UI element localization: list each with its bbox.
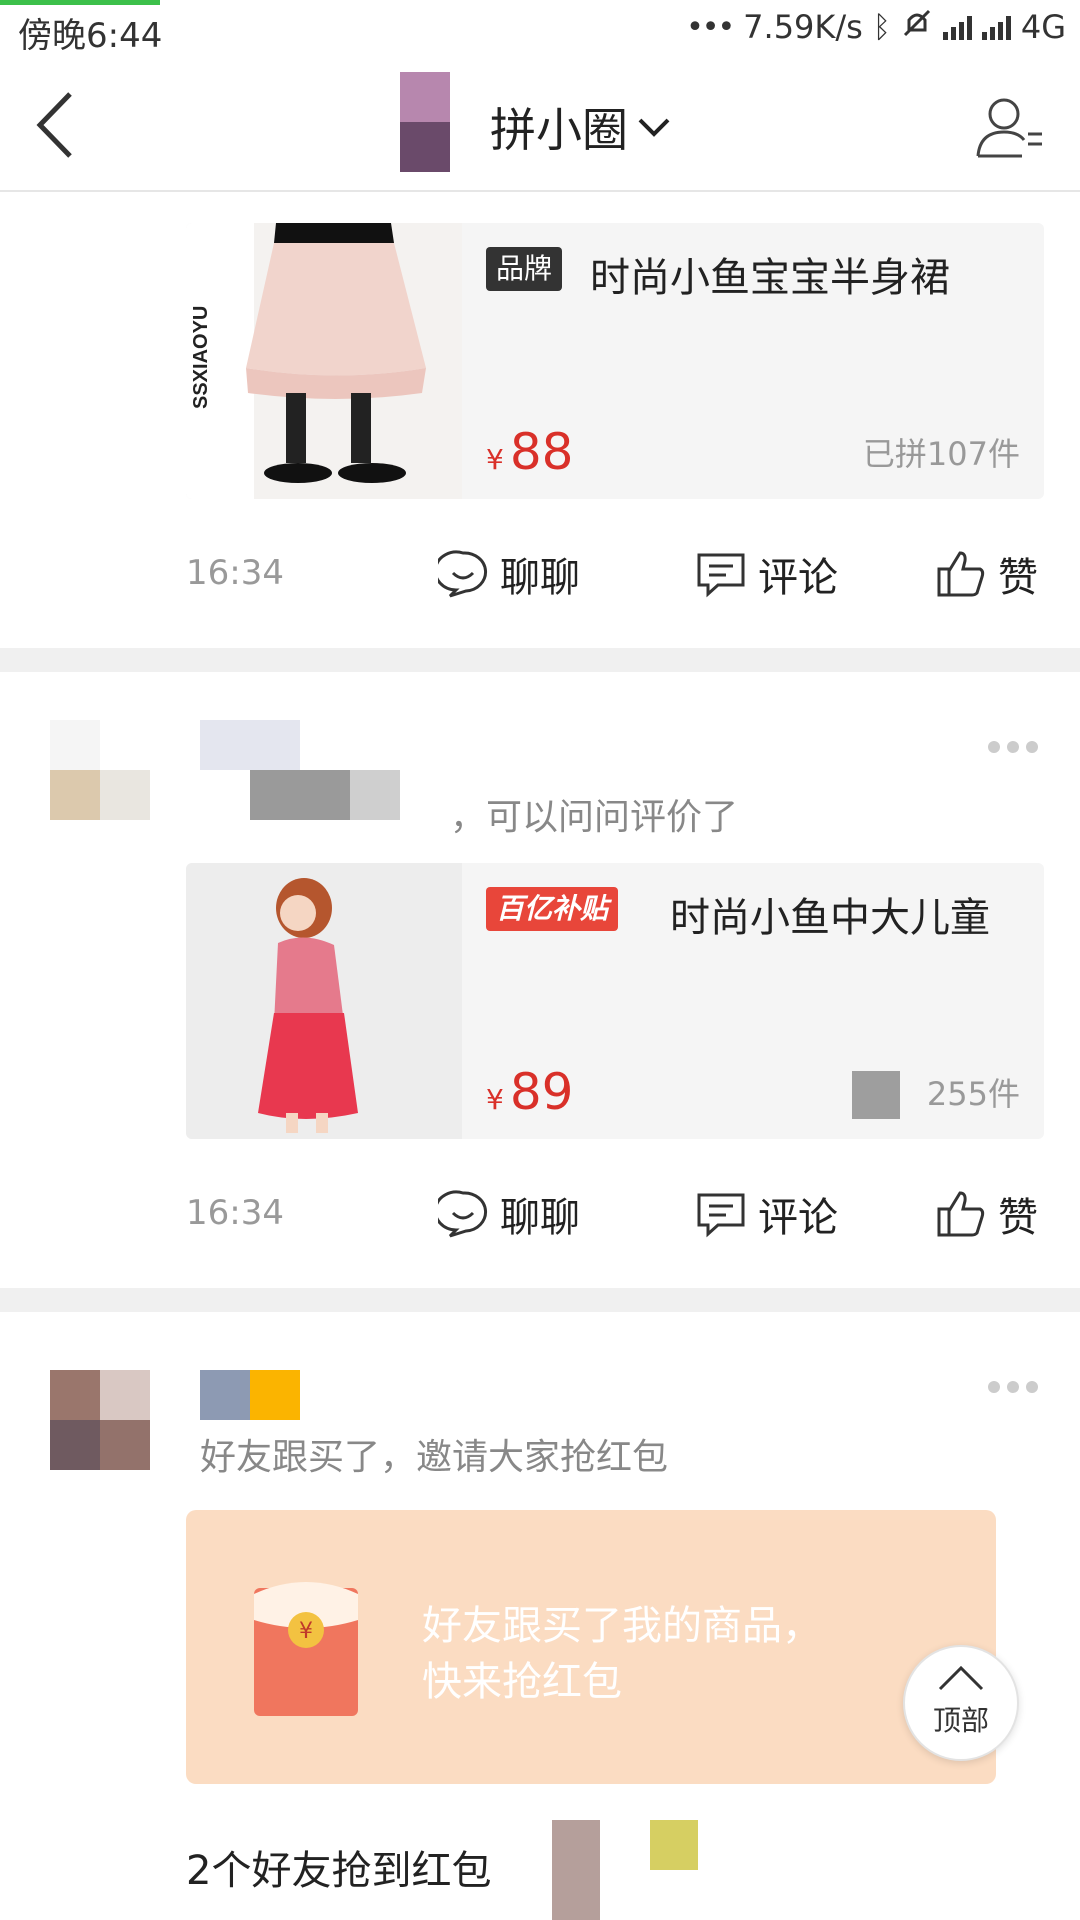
red-packet-message: 好友跟买了我的商品， 快来抢红包 (422, 1603, 822, 1705)
more-dots-icon: ••• (686, 9, 735, 45)
feed-divider (0, 648, 1080, 672)
post-actions: 16:34 聊聊 评论 赞 (0, 1175, 1080, 1255)
like-button[interactable]: 赞 (936, 1185, 1038, 1243)
user-list-icon[interactable] (974, 94, 1044, 160)
comment-button[interactable]: 评论 (696, 545, 838, 603)
thumbs-up-icon (937, 551, 985, 597)
product-title: 时尚小鱼宝宝半身裙 (590, 255, 950, 301)
thumbs-up-icon (937, 1191, 985, 1237)
signal-icon (942, 14, 972, 40)
back-to-top-label: 顶部 (932, 1704, 989, 1737)
post-text: ，可以问问评价了 (450, 797, 739, 838)
post-time: 16:34 (186, 553, 284, 593)
chevron-down-icon (638, 118, 670, 137)
post-text: 好友跟买了，邀请大家抢红包 (200, 1437, 669, 1478)
product-card[interactable]: SSXIAOYU 品牌 时尚小鱼宝宝半身裙 ¥ 88 已拼107件 (186, 223, 1044, 499)
red-packet-card[interactable]: ¥ 好友跟买了我的商品， 快来抢红包 (186, 1510, 996, 1784)
comment-button[interactable]: 评论 (696, 1185, 838, 1243)
comment-icon (697, 553, 745, 598)
status-time: 傍晚6:44 (18, 16, 163, 56)
avatar[interactable] (50, 720, 150, 820)
subsidy-tag: 百亿补贴 (486, 887, 619, 931)
product-image (186, 863, 462, 1139)
red-envelope-icon: ¥ (254, 1582, 358, 1716)
product-price: ¥ 89 (486, 1063, 574, 1121)
chat-bubble-icon (438, 550, 487, 598)
signal-icon (981, 14, 1011, 40)
chat-button[interactable]: 聊聊 (438, 545, 580, 603)
more-options-icon[interactable] (988, 1381, 1038, 1395)
chevron-left-icon[interactable] (32, 90, 82, 160)
status-bar: 傍晚6:44 ••• 7.59K/s ᛒ 4G (0, 0, 1080, 62)
like-button[interactable]: 赞 (936, 545, 1038, 603)
group-avatar[interactable] (400, 72, 450, 172)
product-title: 时尚小鱼中大儿童 (670, 895, 990, 941)
brand-vertical-text: SSXIAOYU (190, 305, 212, 409)
redacted-block (350, 770, 400, 820)
product-price: ¥ 88 (486, 423, 574, 481)
sold-count: 255件 (926, 1075, 1020, 1113)
redacted-block (552, 1820, 600, 1920)
post-actions: 16:34 聊聊 评论 赞 (0, 535, 1080, 615)
title-dropdown[interactable]: 拼小圈 (490, 94, 670, 160)
svg-text:¥: ¥ (299, 1619, 313, 1644)
username-blurred[interactable] (200, 720, 300, 770)
username-blurred[interactable] (200, 1370, 300, 1420)
chat-bubble-icon (438, 1190, 487, 1238)
post-time: 16:34 (186, 1193, 284, 1233)
chat-button[interactable]: 聊聊 (438, 1185, 580, 1243)
network-type: 4G (1020, 8, 1066, 46)
top-header: 拼小圈 (0, 62, 1080, 192)
red-packet-status: 2个好友抢到红包 (186, 1848, 492, 1894)
mute-icon (901, 8, 933, 46)
sold-count: 已拼107件 (862, 435, 1020, 473)
redacted-block (852, 1071, 900, 1119)
loading-progress-bar (0, 0, 160, 5)
avatar[interactable] (50, 1370, 150, 1470)
comment-icon (697, 1193, 745, 1238)
network-speed: 7.59K/s (743, 8, 863, 46)
status-icons: ••• 7.59K/s ᛒ 4G (686, 8, 1066, 46)
redacted-block (650, 1820, 698, 1870)
chevron-up-icon (938, 1665, 984, 1691)
more-options-icon[interactable] (988, 741, 1038, 755)
feed-divider (0, 1288, 1080, 1312)
back-to-top-button[interactable]: 顶部 (903, 1645, 1019, 1761)
brand-tag: 品牌 (486, 247, 563, 291)
product-card[interactable]: 百亿补贴 时尚小鱼中大儿童 ¥ 89 255件 (186, 863, 1044, 1139)
page-title: 拼小圈 (490, 103, 628, 157)
bluetooth-icon: ᛒ (872, 9, 891, 45)
